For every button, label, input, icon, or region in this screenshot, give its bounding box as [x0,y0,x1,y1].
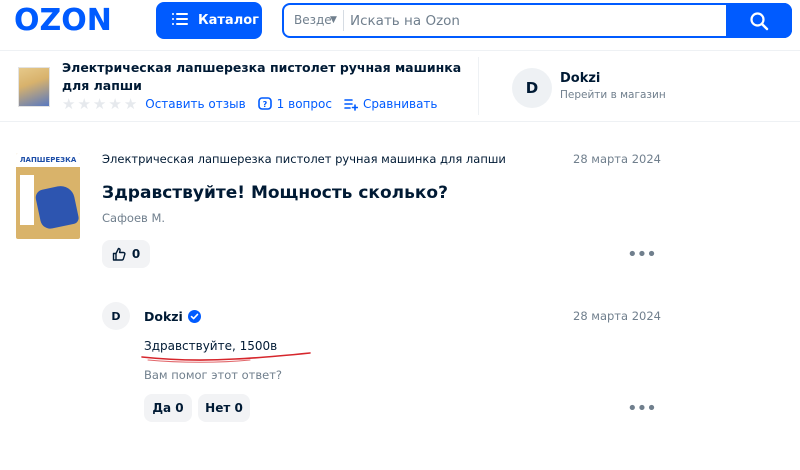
svg-text:?: ? [262,100,267,109]
compare-link[interactable]: Сравнивать [344,97,438,111]
answer-seller-name: Dokzi [144,309,183,324]
compare-icon [344,99,358,111]
rating-stars: ★ ★ ★ ★ ★ [62,94,138,113]
verified-icon [187,310,201,323]
vertical-divider [478,57,479,115]
answer-date: 28 марта 2024 [573,309,661,323]
search-input[interactable] [350,10,700,32]
search-icon [750,11,769,30]
star-icon: ★ [108,94,122,113]
answer-avatar: D [102,302,130,330]
answer-seller[interactable]: Dokzi [144,309,201,324]
search-button[interactable] [726,3,792,38]
star-icon: ★ [92,94,107,113]
product-image-label: ЛАПШЕРЕЗКА [16,153,80,167]
question-text: Здравствуйте! Мощность сколько? [102,183,448,203]
questions-link-label: 1 вопрос [276,97,332,111]
search-scope-select[interactable]: Везде [294,13,332,27]
answer-more-icon[interactable]: ••• [627,400,657,418]
question-date: 28 марта 2024 [573,152,661,166]
top-header: OZON Каталог Везде ▼ [0,0,800,46]
seller-avatar[interactable]: D [512,68,552,108]
search-bar: Везде ▼ [282,3,792,38]
menu-icon [172,12,190,30]
chevron-down-icon: ▼ [330,15,337,25]
question-more-icon[interactable]: ••• [627,246,657,264]
question-like-button[interactable]: 0 [102,240,150,268]
search-divider [343,10,344,31]
thumbs-up-icon [112,247,126,261]
star-icon: ★ [62,94,76,113]
catalog-button[interactable]: Каталог [156,2,262,39]
ozon-logo[interactable]: OZON [14,4,112,38]
question-like-count: 0 [131,247,141,261]
product-image-device [34,183,80,231]
question-product-name[interactable]: Электрическая лапшерезка пистолет ручная… [102,152,506,166]
seller-name[interactable]: Dokzi [560,71,600,86]
go-to-store-link[interactable]: Перейти в магазин [560,89,666,101]
questions-link[interactable]: ? 1 вопрос [257,97,332,111]
product-title[interactable]: Электрическая лапшерезка пистолет ручная… [62,59,462,95]
product-actions: ★ ★ ★ ★ ★ Оставить отзыв ? 1 вопрос Срав… [62,96,450,112]
product-image-box [20,175,34,225]
catalog-label: Каталог [198,13,259,28]
vote-yes-button[interactable]: Да 0 [144,394,192,422]
product-thumbnail[interactable] [18,67,50,107]
question-icon: ? [257,97,272,110]
vote-no-button[interactable]: Нет 0 [198,394,250,422]
question-product-image[interactable]: ЛАПШЕРЕЗКА [16,153,80,239]
helpful-prompt: Вам помог этот ответ? [144,368,283,382]
product-summary-bar: Электрическая лапшерезка пистолет ручная… [0,50,800,122]
compare-link-label: Сравнивать [362,97,438,111]
leave-review-link[interactable]: Оставить отзыв [145,97,245,111]
question-author: Сафоев М. [102,211,166,225]
star-icon: ★ [123,94,138,113]
star-icon: ★ [77,94,91,113]
